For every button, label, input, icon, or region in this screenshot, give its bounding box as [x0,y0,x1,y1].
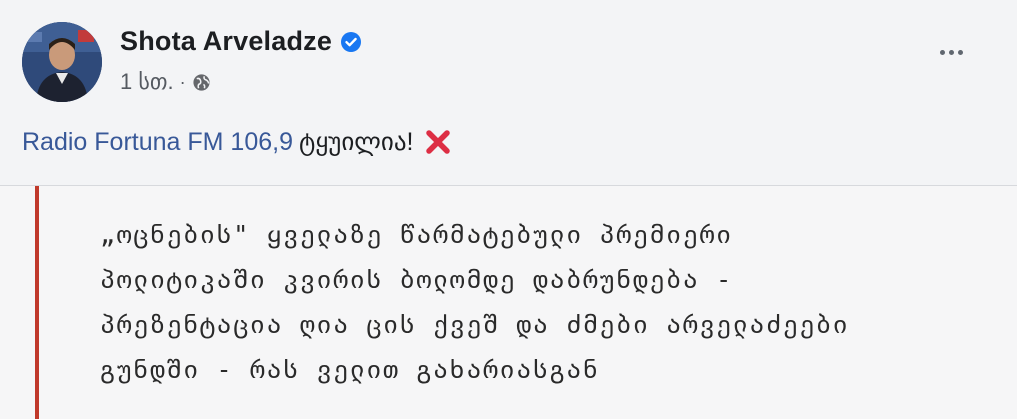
post-header: Shota Arveladze 1 სთ. · [22,22,362,102]
headline-line: პოლიტიკაში კვირის ბოლომდე დაბრუნდება - [100,265,733,294]
author-name[interactable]: Shota Arveladze [120,26,332,57]
headline-line: პრეზენტაცია ღია ცის ქვეშ და ძმები არველა… [100,310,850,339]
avatar-photo [22,22,102,102]
more-dot [958,50,963,55]
meta-separator: · [179,71,186,92]
page-mention-link[interactable]: Radio Fortuna FM 106,9 [22,128,293,157]
facebook-post: Shota Arveladze 1 სთ. · Radio Fortuna FM… [0,0,1017,419]
verified-badge-icon [341,31,362,52]
post-text-body: ტყუილია! [298,128,414,156]
more-options-icon[interactable] [940,50,963,55]
post-timestamp[interactable]: 1 სთ. [120,69,174,95]
shared-article-accent-bar [35,186,39,419]
author-avatar[interactable] [22,22,102,102]
headline-line: გუნდში - რას ველით გახარიასგან [100,355,600,384]
post-text: Radio Fortuna FM 106,9 ტყუილია! [22,127,453,157]
more-dot [949,50,954,55]
post-time-row: 1 სთ. · [120,69,362,95]
headline-line: „ოცნების" ყველაზე წარმატებული პრემიერი [100,220,733,249]
more-dot [940,50,945,55]
shared-article-headline[interactable]: „ოცნების" ყველაზე წარმატებული პრემიერი პ… [100,212,1000,392]
globe-icon[interactable] [192,73,211,92]
post-meta: Shota Arveladze 1 სთ. · [120,26,362,95]
cross-mark-icon [426,130,451,154]
author-row: Shota Arveladze [120,26,362,57]
